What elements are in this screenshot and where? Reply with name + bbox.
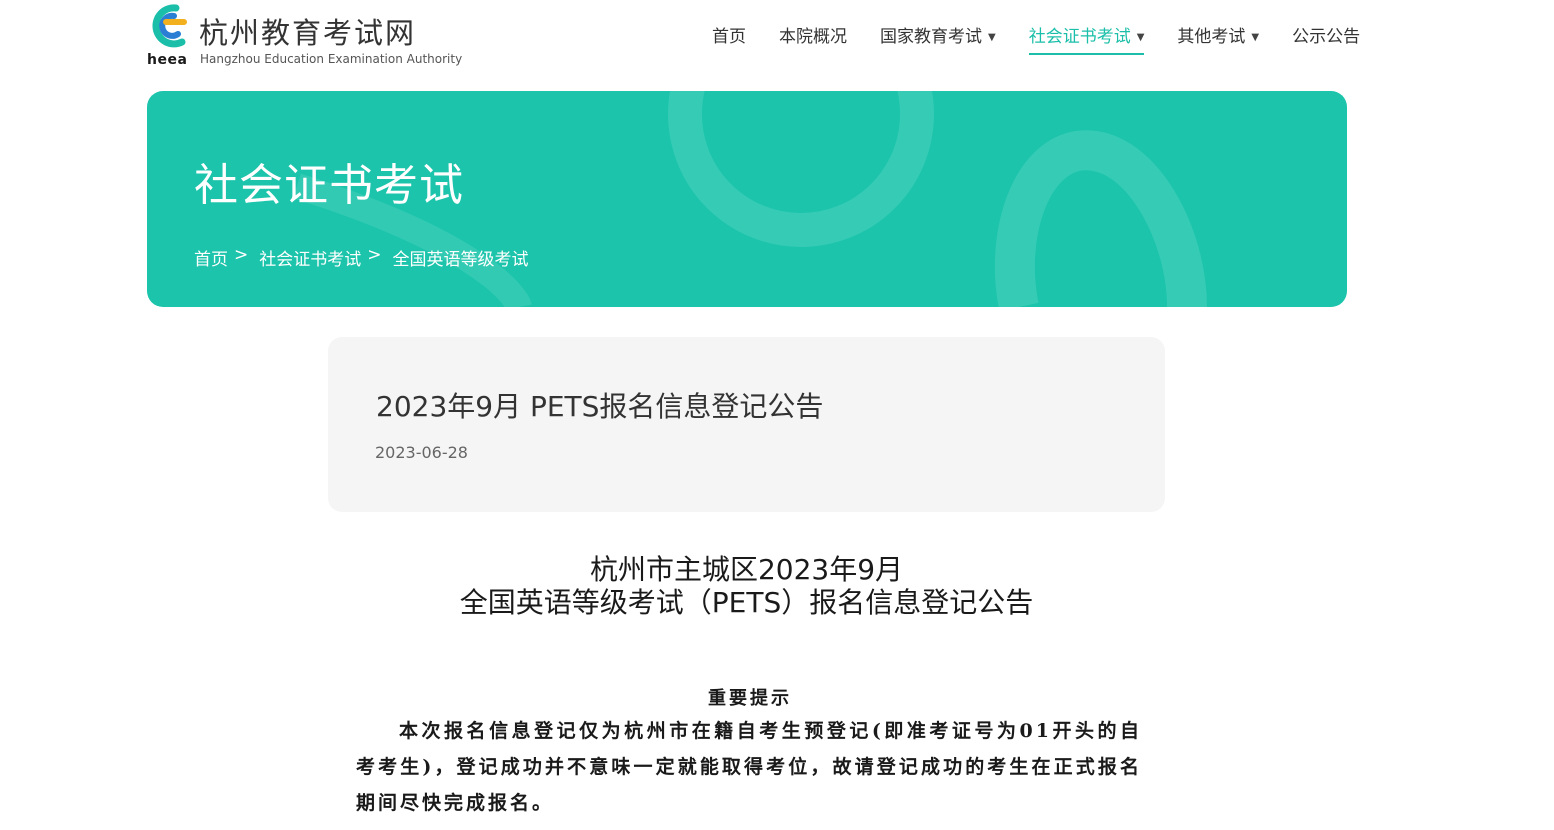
breadcrumb-category-link[interactable]: 社会证书考试 <box>259 245 361 270</box>
page-title: 社会证书考试 <box>194 160 464 211</box>
nav-item-label: 国家教育考试 <box>880 27 982 47</box>
logo-abbreviation: heea <box>147 52 188 68</box>
nav-item-national-exams[interactable]: 国家教育考试 ▼ <box>880 22 996 53</box>
caret-down-icon: ▼ <box>1251 32 1260 43</box>
nav-item-label: 社会证书考试 <box>1028 27 1131 47</box>
logo-chinese-name: 杭州教育考试网 <box>199 16 417 50</box>
nav-item-label: 其他考试 <box>1177 27 1246 47</box>
nav-item-announcements[interactable]: 公示公告 <box>1292 22 1360 53</box>
page-banner: 社会证书考试 首页 > 社会证书考试 > 全国英语等级考试 <box>147 91 1347 307</box>
breadcrumb-current[interactable]: 全国英语等级考试 <box>393 245 529 270</box>
notice-label: 重要提示 <box>708 688 792 709</box>
nav-item-label: 本院概况 <box>779 27 847 47</box>
breadcrumb-separator: > <box>234 245 249 265</box>
logo-english-name: Hangzhou Education Examination Authority <box>200 52 463 66</box>
caret-down-icon: ▼ <box>1136 32 1145 43</box>
article-date: 2023-06-28 <box>375 443 468 462</box>
article-title: 2023年9月 PETS报名信息登记公告 <box>376 390 824 423</box>
content-heading-line2: 全国英语等级考试（PETS）报名信息登记公告 <box>459 586 1034 619</box>
breadcrumb: 首页 > 社会证书考试 > 全国英语等级考试 <box>194 245 529 270</box>
content-heading: 杭州市主城区2023年9月 全国英语等级考试（PETS）报名信息登记公告 <box>328 553 1165 619</box>
content-heading-line1: 杭州市主城区2023年9月 <box>589 553 904 586</box>
notice-paragraph: 本次报名信息登记仅为杭州市在籍自考生预登记(即准考证号为01开头的自考考生)，登… <box>356 720 1142 814</box>
nav-item-other-exams[interactable]: 其他考试 ▼ <box>1177 22 1259 53</box>
article-header-card: 2023年9月 PETS报名信息登记公告 2023-06-28 <box>328 337 1165 512</box>
site-header: heea 杭州教育考试网 Hangzhou Education Examinat… <box>0 0 1554 80</box>
site-logo[interactable]: heea 杭州教育考试网 Hangzhou Education Examinat… <box>146 2 466 72</box>
caret-down-icon: ▼ <box>988 32 996 43</box>
main-nav: 首页 本院概况 国家教育考试 ▼ 社会证书考试 ▼ 其他考试 ▼ 公示公告 <box>712 22 1393 55</box>
breadcrumb-separator: > <box>367 245 382 265</box>
logo-mark-icon <box>152 4 187 48</box>
nav-item-home[interactable]: 首页 <box>712 22 746 53</box>
nav-item-label: 首页 <box>712 27 746 47</box>
nav-item-certificate-exams[interactable]: 社会证书考试 ▼ <box>1028 22 1145 55</box>
nav-item-label: 公示公告 <box>1292 27 1361 47</box>
breadcrumb-home-link[interactable]: 首页 <box>194 245 228 270</box>
nav-item-about[interactable]: 本院概况 <box>779 22 847 53</box>
